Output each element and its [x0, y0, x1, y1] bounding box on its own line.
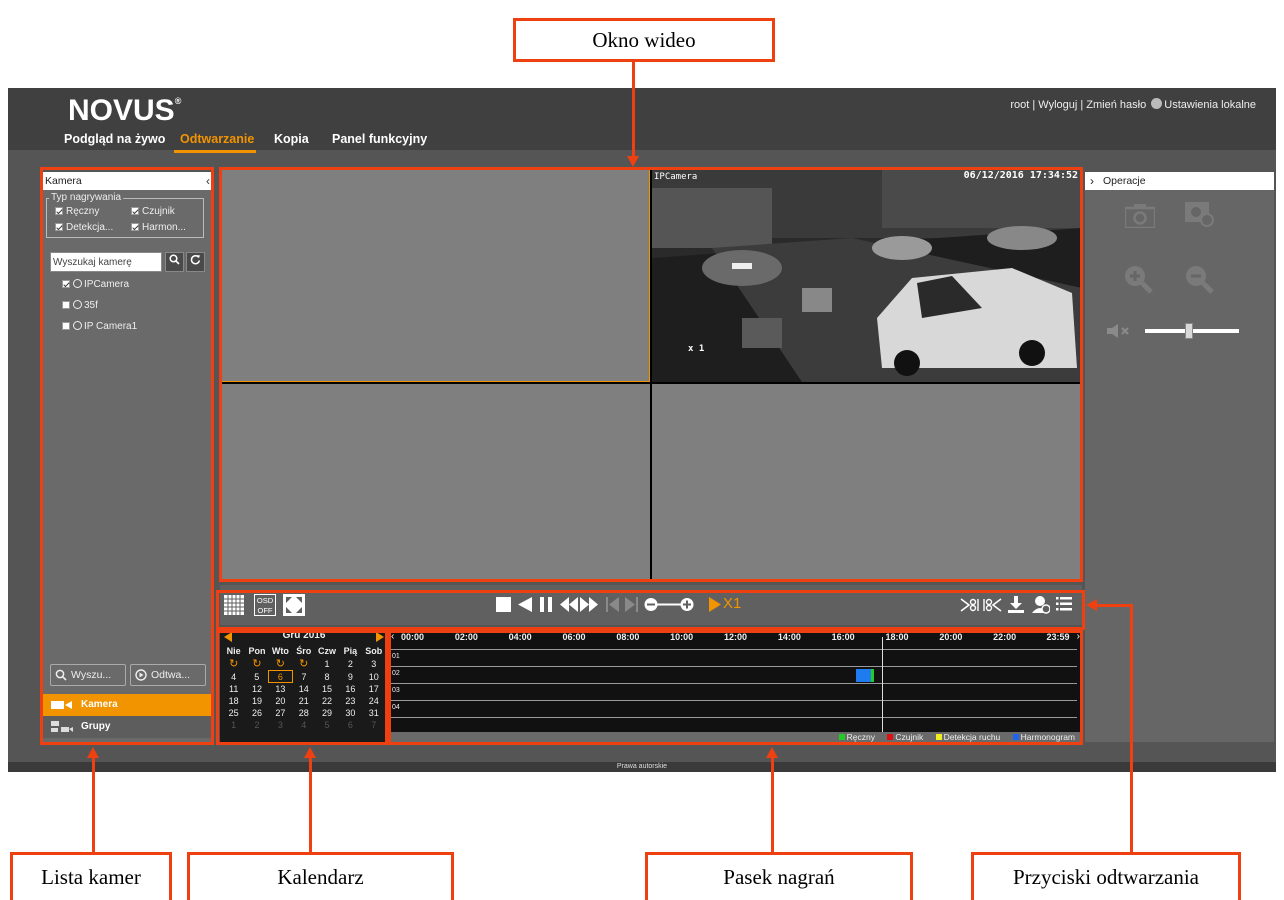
zoom-out-icon[interactable]: [1184, 264, 1214, 294]
callout-arrow-icon: [87, 747, 99, 758]
operations-header[interactable]: › Operacje: [1085, 172, 1274, 190]
change-password-link[interactable]: Zmień hasło: [1086, 99, 1146, 111]
callout-line: [1096, 604, 1133, 607]
logout-link[interactable]: Wyloguj: [1038, 99, 1077, 111]
local-settings-link[interactable]: Ustawienia lokalne: [1164, 99, 1256, 111]
figure: NOVUS® Podgląd na żywo Odtwarzanie Kopia…: [0, 0, 1284, 900]
tab-function-panel[interactable]: Panel funkcyjny: [332, 132, 427, 146]
callout-line: [1130, 604, 1133, 852]
callout-line: [92, 757, 95, 852]
highlight-calendar: [216, 630, 388, 745]
snapshot-icon[interactable]: [1125, 204, 1155, 228]
callout-recording-bar: Pasek nagrań: [645, 852, 913, 900]
callout-calendar: Kalendarz: [187, 852, 454, 900]
callout-playback-buttons: Przyciski odtwarzania: [971, 852, 1241, 900]
active-tab-indicator: [174, 150, 256, 153]
separator: |: [1080, 99, 1084, 111]
highlight-playback-buttons: [216, 590, 1085, 630]
callout-camera-list: Lista kamer: [10, 852, 172, 900]
tab-playback[interactable]: Odtwarzanie: [180, 132, 254, 146]
callout-line: [632, 62, 635, 157]
highlight-camera-list: [40, 167, 214, 745]
volume-mute-icon[interactable]: [1107, 324, 1133, 338]
callout-video-window: Okno wideo: [513, 18, 775, 62]
gear-icon: [1151, 98, 1163, 109]
highlight-recording-bar: [388, 630, 1083, 745]
digital-zoom-icon[interactable]: [1185, 202, 1215, 228]
callout-line: [309, 757, 312, 852]
callout-arrow-icon: [766, 747, 778, 758]
separator: |: [1032, 99, 1036, 111]
callout-arrow-icon: [304, 747, 316, 758]
top-bar: NOVUS® Podgląd na żywo Odtwarzanie Kopia…: [8, 88, 1276, 150]
zoom-in-icon[interactable]: [1123, 264, 1153, 294]
tab-backup[interactable]: Kopia: [274, 132, 309, 146]
tab-live-view[interactable]: Podgląd na żywo: [64, 132, 165, 146]
user-name: root: [1010, 99, 1030, 111]
footer-copyright: Prawa autorskie: [8, 762, 1276, 772]
volume-slider-handle[interactable]: [1185, 323, 1193, 339]
operations-panel: › Operacje: [1085, 172, 1274, 742]
brand-logo: NOVUS®: [68, 94, 182, 127]
operations-title: Operacje: [1103, 175, 1146, 187]
callout-arrow-icon: [627, 156, 639, 167]
callout-line: [771, 757, 774, 852]
highlight-video-window: [219, 167, 1083, 582]
callout-arrow-icon: [1086, 599, 1097, 611]
expand-chevron-icon[interactable]: ›: [1090, 172, 1094, 190]
user-links: root | Wyloguj | Zmień hasło Ustawienia …: [1010, 98, 1256, 111]
